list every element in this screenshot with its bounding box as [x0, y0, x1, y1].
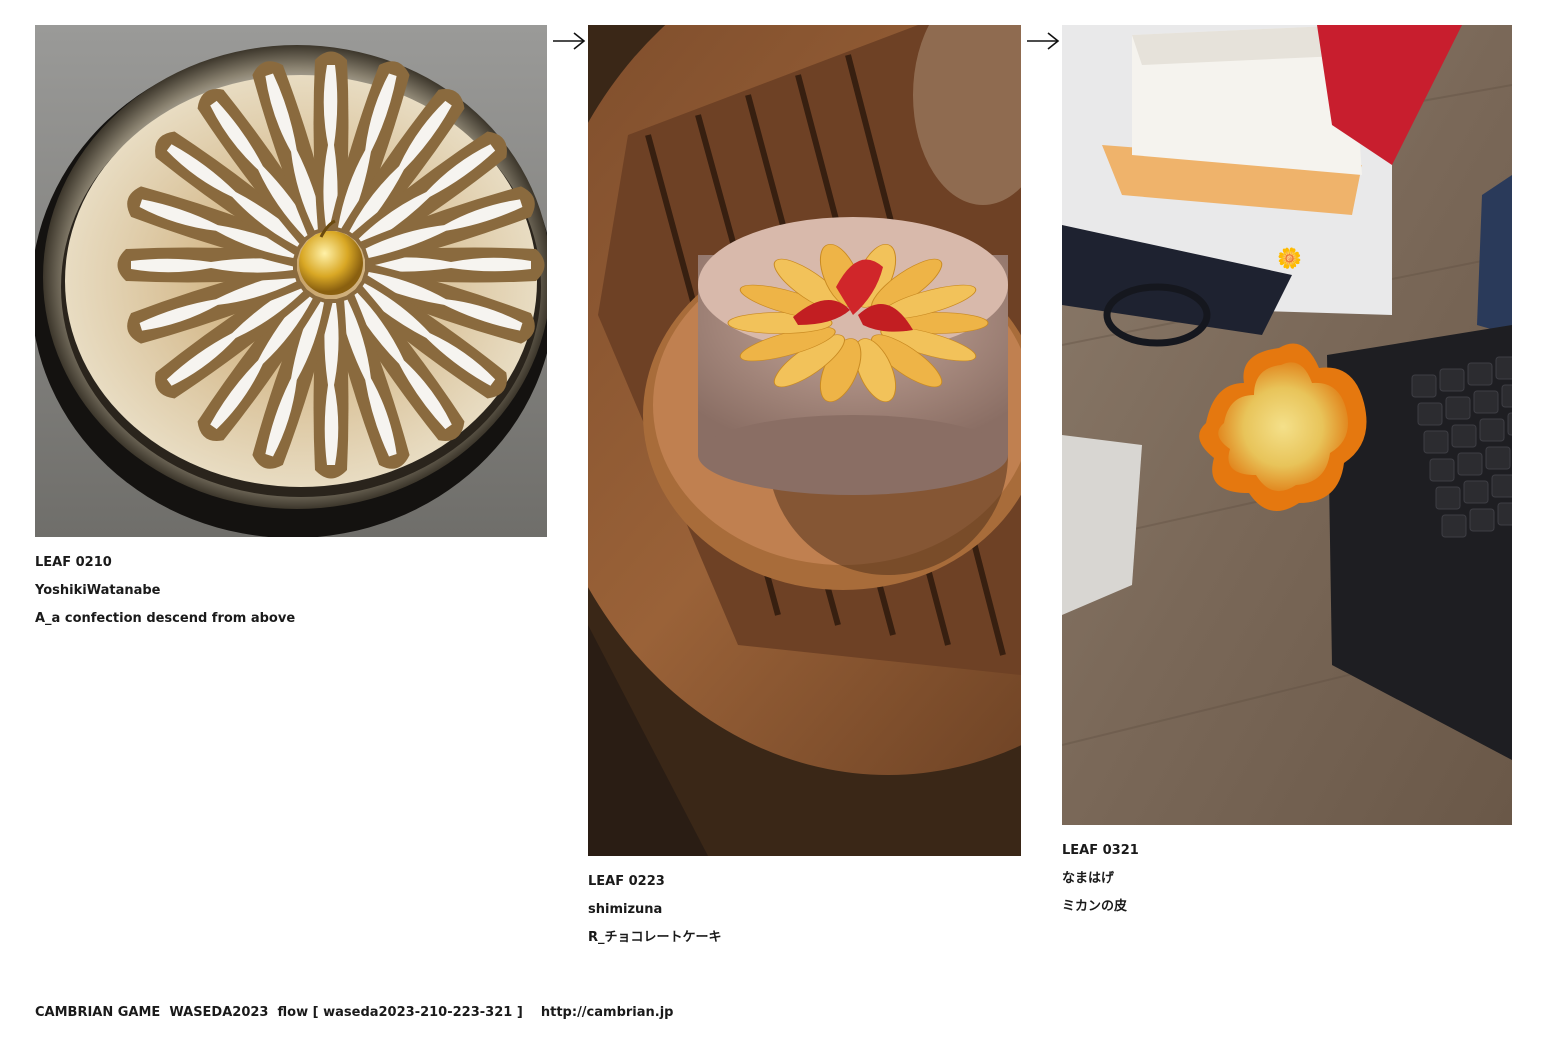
leaf-meta-0223: LEAF 0223 shimizuna R_チョコレートケーキ	[588, 868, 1021, 952]
leaf-meta-0210: LEAF 0210 YoshikiWatanabe A_a confection…	[35, 549, 547, 633]
leaf-card-0321: 🌼 LEAF 0321 なまはげ ミカンの皮	[1062, 25, 1512, 921]
leaf-author[interactable]: YoshikiWatanabe	[35, 577, 547, 605]
footer-flow: flow [ waseda2023-210-223-321 ]	[277, 1005, 523, 1020]
leaf-title: A_a confection descend from above	[35, 611, 296, 626]
leaf-card-0223: LEAF 0223 shimizuna R_チョコレートケーキ	[588, 25, 1021, 952]
orange-peel-photo-0321	[1062, 25, 1512, 825]
leaf-card-0210: LEAF 0210 YoshikiWatanabe A_a confection…	[35, 25, 547, 633]
footer-event: WASEDA2023	[169, 1005, 269, 1020]
cake-photo-0210	[35, 25, 547, 537]
leaf-image-0223[interactable]	[588, 25, 1021, 856]
leaf-title: ミカンの皮	[1062, 899, 1128, 914]
leaf-author[interactable]: なまはげ	[1062, 865, 1512, 893]
cake-photo-0223	[588, 25, 1021, 856]
leaf-id: LEAF 0223	[588, 874, 665, 889]
leaf-id: LEAF 0210	[35, 555, 112, 570]
flower-icon: 🌼	[1277, 246, 1302, 270]
leaf-image-0210[interactable]	[35, 25, 547, 537]
arrow-right-icon	[1027, 32, 1060, 50]
leaf-title: R_チョコレートケーキ	[588, 930, 722, 945]
leaf-author[interactable]: shimizuna	[588, 896, 1021, 924]
site-footer: CAMBRIAN GAME WASEDA2023 flow [ waseda20…	[35, 1003, 673, 1023]
footer-game: CAMBRIAN GAME	[35, 1005, 161, 1020]
leaf-meta-0321: LEAF 0321 なまはげ ミカンの皮	[1062, 837, 1512, 921]
arrow-right-icon	[553, 32, 586, 50]
leaf-image-0321[interactable]: 🌼	[1062, 25, 1512, 825]
leaf-id: LEAF 0321	[1062, 843, 1139, 858]
footer-url-link[interactable]: http://cambrian.jp	[541, 1005, 674, 1020]
